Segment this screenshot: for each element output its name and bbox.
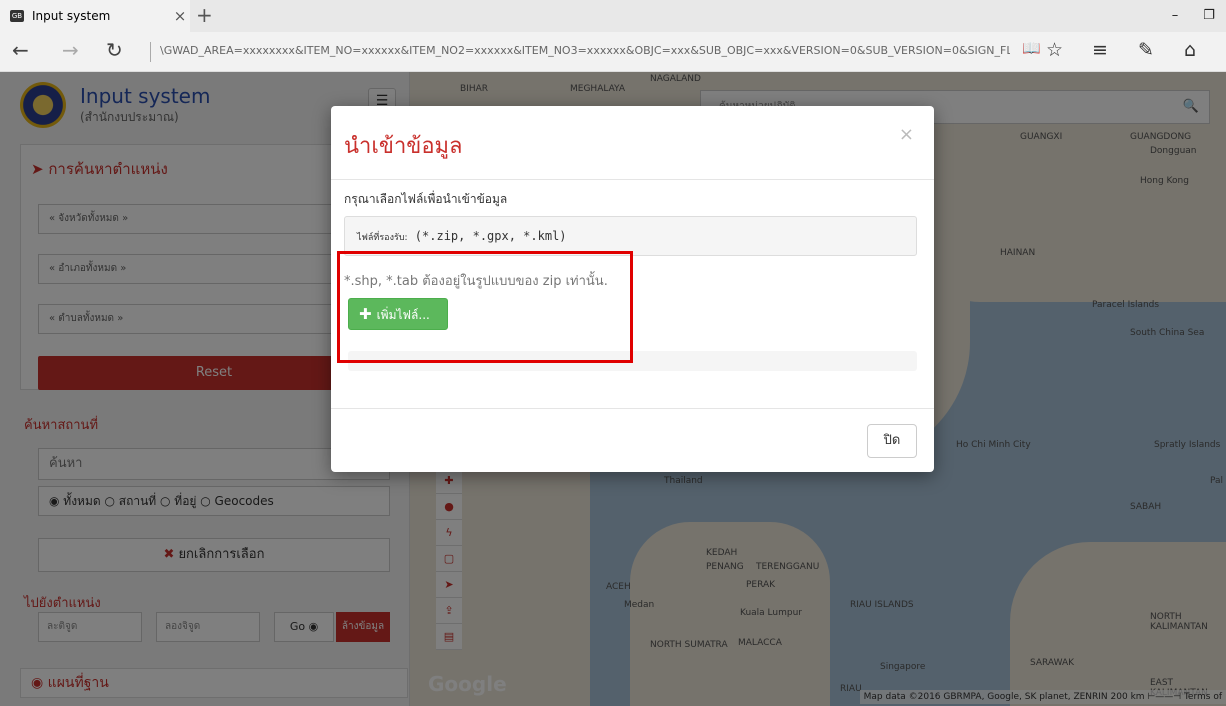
address-bar: ← → ↻ \GWAD_AREA=xxxxxxxx&ITEM_NO=xxxxxx… xyxy=(0,32,1226,72)
page-content: Input system (สำนักงบประมาณ) ☰ ➤ การค้นห… xyxy=(0,72,1226,706)
modal-footer-divider xyxy=(331,408,934,409)
tab-title: Input system xyxy=(32,9,111,23)
modal-description: กรุณาเลือกไฟล์เพื่อนำเข้าข้อมูล xyxy=(344,192,508,206)
supported-file-types: ไฟล์ที่รองรับ: (*.zip, *.gpx, *.kml) xyxy=(344,216,917,256)
new-tab-button[interactable]: + xyxy=(196,3,213,27)
share-icon[interactable]: ⌂ xyxy=(1184,39,1196,61)
tab-close-icon[interactable]: × xyxy=(170,7,190,25)
web-note-icon[interactable]: ✎ xyxy=(1138,39,1154,61)
hub-menu-icon[interactable]: ≡ xyxy=(1092,39,1108,61)
url-separator xyxy=(150,42,151,62)
refresh-icon[interactable]: ↻ xyxy=(106,38,123,62)
restore-button[interactable]: ❐ xyxy=(1192,0,1226,32)
file-format-note: *.shp, *.tab ต้องอยู่ในรูปแบบของ zip เท่… xyxy=(344,274,608,289)
favicon-icon: GB xyxy=(10,10,24,22)
browser-tab[interactable]: GB Input system × xyxy=(0,0,190,32)
back-arrow-icon[interactable]: ← xyxy=(12,38,29,62)
add-file-button[interactable]: ✚ เพิ่มไฟล์... xyxy=(348,298,448,330)
reading-view-icon[interactable]: 📖 xyxy=(1022,39,1041,57)
upload-progress-bar xyxy=(348,351,917,371)
window-controls: – ❐ xyxy=(1158,0,1226,32)
import-data-modal: นำเข้าข้อมูล × กรุณาเลือกไฟล์เพื่อนำเข้า… xyxy=(331,106,934,472)
favorite-star-icon[interactable]: ☆ xyxy=(1046,39,1063,61)
browser-tab-bar: GB Input system × + – ❐ xyxy=(0,0,1226,32)
forward-arrow-icon[interactable]: → xyxy=(62,38,79,62)
minimize-button[interactable]: – xyxy=(1158,0,1192,32)
modal-title: นำเข้าข้อมูล xyxy=(344,134,463,159)
modal-divider xyxy=(331,179,934,180)
modal-close-icon[interactable]: × xyxy=(899,124,914,145)
plus-icon: ✚ xyxy=(359,305,372,323)
close-button[interactable]: ปิด xyxy=(867,424,917,458)
url-field[interactable]: \GWAD_AREA=xxxxxxxx&ITEM_NO=xxxxxx&ITEM_… xyxy=(160,44,1010,57)
